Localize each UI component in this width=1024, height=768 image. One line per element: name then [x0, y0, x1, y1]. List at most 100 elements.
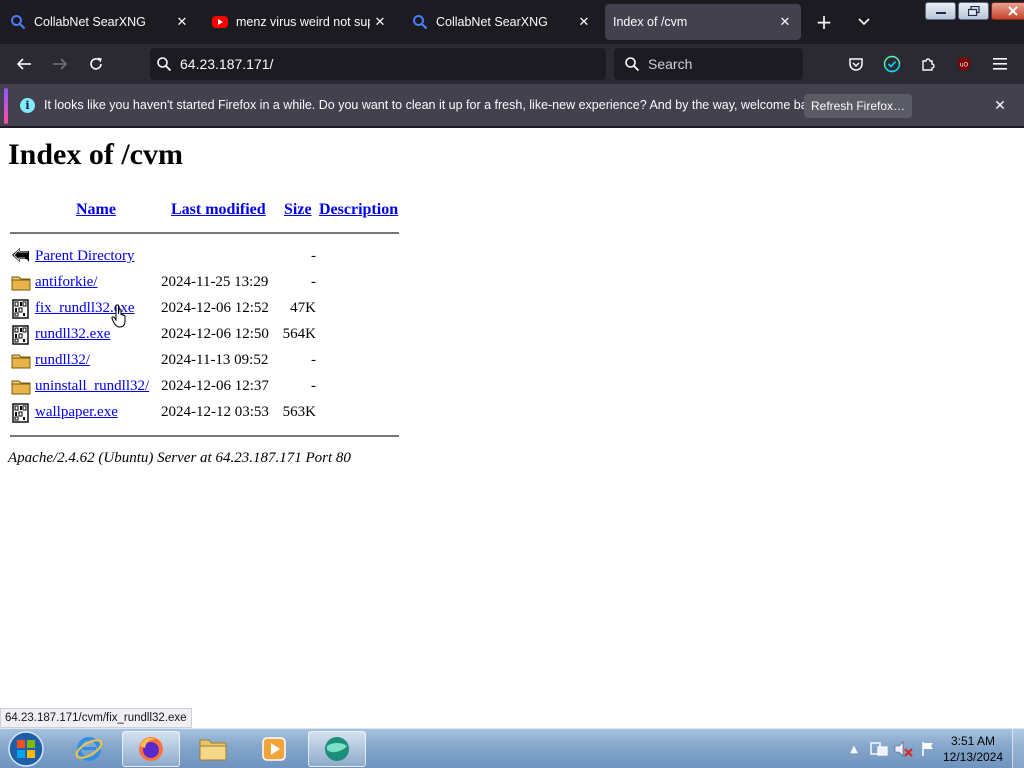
list-item: Parent Directory -: [10, 245, 410, 269]
file-size: -: [311, 378, 316, 394]
hand-cursor-icon: [111, 304, 126, 328]
modified-date: 2024-12-06 12:37: [161, 378, 269, 394]
menu-button[interactable]: [988, 52, 1012, 76]
forward-arrow-icon: [53, 58, 68, 70]
sync-check-icon: [883, 55, 901, 73]
tab-youtube[interactable]: menz virus weird not supo ✕: [204, 4, 396, 40]
app-globe-icon: [325, 737, 349, 761]
minimize-button[interactable]: [925, 2, 956, 20]
window-controls: [925, 2, 1024, 22]
page-content: Index of /cvm Name Last modified Size De…: [0, 130, 1024, 727]
clock-time: 3:51 AM: [950, 734, 996, 748]
folder-icon: [11, 276, 31, 291]
svg-text:uO: uO: [960, 62, 969, 69]
clock-date: 12/13/2024: [942, 750, 1004, 764]
firefox-taskbar-button[interactable]: [122, 731, 180, 767]
folder-icon: [11, 380, 31, 395]
tab-close-icon[interactable]: ✕: [172, 12, 192, 32]
url-input[interactable]: [180, 56, 580, 72]
column-header-size[interactable]: Size: [284, 201, 312, 219]
tab-label: Index of /cvm: [613, 15, 688, 29]
file-size: -: [311, 274, 316, 290]
search-input[interactable]: [648, 56, 798, 72]
search-bar[interactable]: [614, 48, 803, 80]
ublock-origin-button[interactable]: uO: [952, 52, 976, 76]
link-status-tooltip: 64.23.187.171/cvm/fix_rundll32.exe: [0, 708, 192, 728]
modified-date: 2024-12-06 12:52: [161, 300, 269, 316]
list-item: antiforkie/ 2024-11-25 13:29 -: [10, 271, 410, 295]
address-bar[interactable]: [150, 48, 606, 80]
back-arrow-icon: [16, 58, 31, 70]
divider: [10, 232, 399, 234]
column-header-last-modified[interactable]: Last modified: [171, 201, 266, 219]
file-size: 47K: [290, 300, 316, 316]
pocket-button[interactable]: [844, 52, 868, 76]
file-link[interactable]: uninstall_rundll32/: [35, 378, 149, 395]
start-button[interactable]: [6, 730, 46, 768]
volume-muted-icon[interactable]: [894, 741, 914, 757]
taskbar-clock[interactable]: 3:51 AM 12/13/2024: [940, 733, 1006, 765]
tab-strip: CollabNet SearXNG ✕ menz virus weird not…: [0, 0, 1024, 44]
file-size: 563K: [282, 404, 316, 420]
modified-date: 2024-12-06 12:50: [161, 326, 269, 342]
account-sync-button[interactable]: [880, 52, 904, 76]
windows-taskbar: ▲ 3:51 AM 12/13/2024: [0, 728, 1024, 768]
action-center-icon[interactable]: [870, 741, 888, 757]
app-taskbar-button[interactable]: [308, 731, 366, 767]
flag-icon[interactable]: [920, 741, 936, 757]
hamburger-menu-icon: [993, 58, 1007, 70]
search-icon: [11, 15, 26, 30]
page-title: Index of /cvm: [8, 138, 183, 171]
show-desktop-button[interactable]: [1012, 729, 1024, 768]
file-link[interactable]: rundll32/: [35, 352, 90, 369]
column-header-description[interactable]: Description: [319, 201, 398, 219]
list-item: wallpaper.exe 2024-12-12 03:53 563K: [10, 401, 410, 425]
tab-label: menz virus weird not supo: [236, 15, 370, 29]
list-all-tabs-button[interactable]: [852, 10, 876, 34]
show-hidden-icons-icon[interactable]: ▲: [844, 744, 864, 755]
modified-date: 2024-12-12 03:53: [161, 404, 269, 420]
file-size: -: [311, 352, 316, 368]
reload-button[interactable]: [84, 52, 108, 76]
firefox-icon: [139, 737, 163, 761]
extensions-button[interactable]: [916, 52, 940, 76]
modified-date: 2024-11-13 09:52: [161, 352, 269, 368]
tab-collabnet-searxng-2[interactable]: CollabNet SearXNG ✕: [404, 4, 600, 40]
divider: [10, 435, 399, 437]
minimize-icon: [935, 12, 946, 14]
file-explorer-taskbar-button[interactable]: [184, 731, 242, 767]
modified-date: 2024-11-25 13:29: [161, 274, 269, 290]
close-window-button[interactable]: [991, 2, 1024, 20]
file-link[interactable]: antiforkie/: [35, 274, 97, 291]
tab-close-icon[interactable]: ✕: [574, 12, 594, 32]
file-link[interactable]: rundll32.exe: [35, 326, 110, 343]
search-icon: [157, 57, 172, 72]
youtube-icon: [212, 16, 228, 28]
refresh-firefox-button[interactable]: Refresh Firefox…: [804, 94, 912, 118]
restore-button[interactable]: [958, 2, 989, 20]
internet-explorer-taskbar-button[interactable]: [60, 731, 118, 767]
file-size: -: [311, 248, 316, 264]
new-tab-button[interactable]: +: [812, 10, 836, 34]
list-item: rundll32.exe 2024-12-06 12:50 564K: [10, 323, 410, 347]
search-icon: [625, 57, 640, 72]
ublock-shield-icon: uO: [958, 57, 970, 71]
list-item: fix_rundll32.exe 2024-12-06 12:52 47K: [10, 297, 410, 321]
file-link[interactable]: Parent Directory: [35, 248, 135, 265]
search-icon: [413, 15, 428, 30]
tab-index-of-cvm[interactable]: Index of /cvm ✕: [605, 4, 801, 40]
tab-collabnet-searxng-1[interactable]: CollabNet SearXNG ✕: [2, 4, 198, 40]
pocket-icon: [849, 58, 863, 71]
forward-button[interactable]: [48, 52, 72, 76]
notification-accent: [4, 88, 8, 124]
tab-close-icon[interactable]: ✕: [775, 12, 795, 32]
reload-icon: [90, 57, 102, 70]
puzzle-piece-icon: [922, 58, 935, 71]
back-button[interactable]: [12, 52, 36, 76]
tab-close-icon[interactable]: ✕: [370, 12, 390, 32]
binary-file-icon: [12, 403, 29, 423]
file-link[interactable]: wallpaper.exe: [35, 404, 118, 421]
column-header-name[interactable]: Name: [76, 201, 116, 219]
notification-close-icon[interactable]: ✕: [990, 96, 1010, 116]
media-player-taskbar-button[interactable]: [245, 731, 303, 767]
